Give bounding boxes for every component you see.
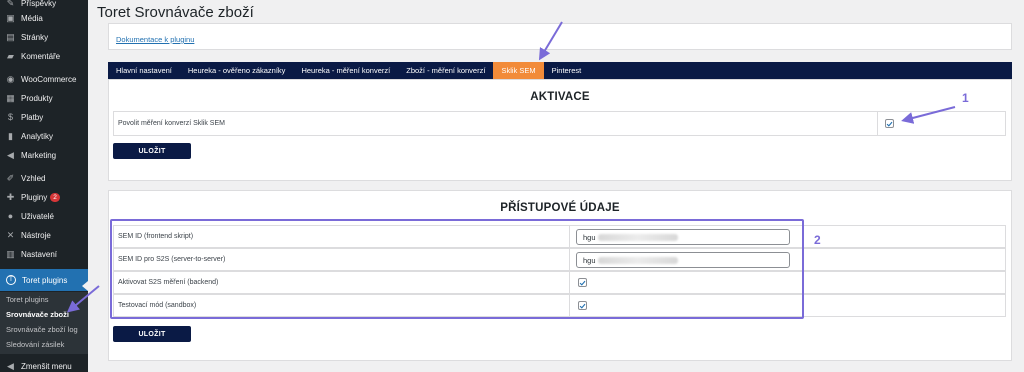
settings-icon: ▥ <box>6 249 15 259</box>
tab-hlavni-nastaveni[interactable]: Hlavní nastavení <box>108 62 180 79</box>
toret-icon: T <box>6 275 16 285</box>
submenu-srovnavace-zbozi[interactable]: Srovnávače zboží <box>6 310 69 319</box>
page-title: Toret Srovnávače zboží <box>97 4 254 21</box>
collapse-icon: ◀ <box>7 361 14 371</box>
cell-divider <box>877 112 878 135</box>
checkmark-icon <box>886 121 893 127</box>
sidebar-item-plugins[interactable]: ✚ Pluginy 2 <box>0 188 88 207</box>
megaphone-icon: ◀ <box>7 150 14 160</box>
activation-title: AKTIVACE <box>530 91 590 103</box>
sidebar-item-settings[interactable]: ▥ Nastavení <box>0 245 88 264</box>
sidebar-item-tools[interactable]: ✕ Nástroje <box>0 226 88 245</box>
activation-row: Povolit měření konverzí Sklik SEM <box>113 111 1006 136</box>
brush-icon: ✐ <box>6 173 15 183</box>
active-menu-notch <box>82 281 88 291</box>
comments-icon: ▰ <box>7 51 14 61</box>
credentials-title: PŘÍSTUPOVÉ ÚDAJE <box>500 202 620 214</box>
plugin-update-badge: 2 <box>50 193 60 202</box>
tab-heureka-mereni[interactable]: Heureka - měření konverzí <box>293 62 398 79</box>
toret-submenu: Toret plugins Srovnávače zboží Srovnávač… <box>0 292 88 354</box>
sidebar-item-payments[interactable]: $ Platby <box>0 108 88 127</box>
plugin-icon: ✚ <box>6 192 15 202</box>
activation-row-label: Povolit měření konverzí Sklik SEM <box>118 120 225 127</box>
products-icon: ▦ <box>6 93 15 103</box>
annotation-callout-2: 2 <box>814 233 821 247</box>
sidebar-item-pages[interactable]: ▤ Stránky <box>0 28 88 47</box>
documentation-link[interactable]: Dokumentace k pluginu <box>116 35 194 44</box>
settings-tabs: Hlavní nastavení Heureka - ověřeno zákaz… <box>108 62 1012 79</box>
submenu-toret-plugins[interactable]: Toret plugins <box>6 295 49 304</box>
pin-icon: ✎ <box>6 0 15 8</box>
enable-sklik-checkbox[interactable] <box>885 119 894 128</box>
sidebar-item-media[interactable]: ▣ Média <box>0 9 88 28</box>
tab-heureka-overeno[interactable]: Heureka - ověřeno zákazníky <box>180 62 294 79</box>
tab-pinterest[interactable]: Pinterest <box>544 62 590 79</box>
payments-icon: $ <box>7 112 13 122</box>
collapse-menu-button[interactable]: ◀ Zmenšit menu <box>0 357 88 372</box>
submenu-sledovani-zasilek[interactable]: Sledování zásilek <box>6 340 64 349</box>
sidebar-item-appearance[interactable]: ✐ Vzhled <box>0 169 88 188</box>
doc-card <box>108 23 1012 50</box>
annotation-callout-1: 1 <box>962 91 969 105</box>
submenu-srovnavace-log[interactable]: Srovnávače zboží log <box>6 325 78 334</box>
sidebar-item-products[interactable]: ▦ Produkty <box>0 89 88 108</box>
admin-sidebar: ✎ Příspěvky ▣ Média ▤ Stránky ▰ Komentáře ◉ W… <box>0 0 88 372</box>
analytics-icon: ▮ <box>8 131 13 141</box>
annotation-highlight-box <box>110 219 804 319</box>
save-credentials-button[interactable]: ULOŽIT <box>113 326 191 342</box>
sidebar-item-comments[interactable]: ▰ Komentáře <box>0 47 88 66</box>
sidebar-item-users[interactable]: ● Uživatelé <box>0 207 88 226</box>
media-icon: ▣ <box>6 13 15 23</box>
woocommerce-icon: ◉ <box>6 74 15 84</box>
save-activation-button[interactable]: ULOŽIT <box>113 143 191 159</box>
tools-icon: ✕ <box>6 230 15 240</box>
users-icon: ● <box>7 211 14 221</box>
sidebar-item-marketing[interactable]: ◀ Marketing <box>0 146 88 165</box>
sidebar-item-analytics[interactable]: ▮ Analytiky <box>0 127 88 146</box>
tab-sklik-sem[interactable]: Sklik SEM <box>493 62 544 79</box>
sidebar-item-toret-plugins[interactable]: T Toret plugins <box>0 269 88 291</box>
sidebar-item-woocommerce[interactable]: ◉ WooCommerce <box>0 70 88 89</box>
pages-icon: ▤ <box>6 32 15 42</box>
tab-zbozi-mereni[interactable]: Zboží - měření konverzí <box>398 62 493 79</box>
